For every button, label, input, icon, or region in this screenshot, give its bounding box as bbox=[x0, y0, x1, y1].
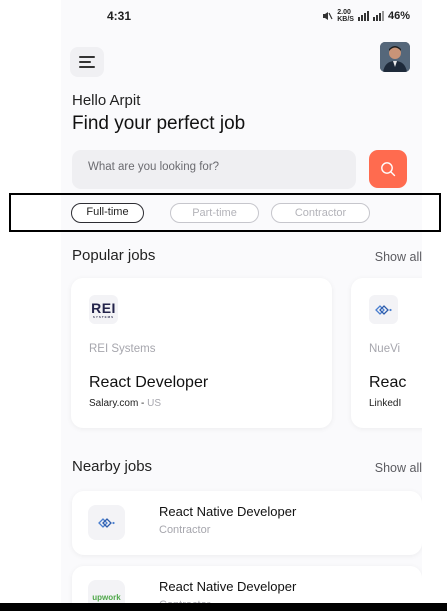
job-title: React Developer bbox=[89, 374, 209, 391]
status-time: 4:31 bbox=[107, 9, 132, 23]
company-name: REI Systems bbox=[89, 343, 156, 355]
job-title: React Native Developer bbox=[159, 504, 297, 519]
annotation-highlight-box bbox=[9, 193, 441, 232]
company-logo bbox=[369, 295, 398, 324]
nearby-job-item[interactable]: React Native Developer Contractor bbox=[72, 491, 422, 555]
nuevi-logo-icon bbox=[374, 304, 392, 315]
battery-percent: 46% bbox=[387, 10, 410, 22]
mute-icon bbox=[323, 12, 333, 20]
nearby-jobs-heading: Nearby jobs bbox=[72, 458, 153, 475]
search-input[interactable] bbox=[88, 161, 343, 173]
nuevi-logo-icon bbox=[97, 517, 115, 528]
net-speed: 2.00 KB/S bbox=[337, 9, 354, 23]
company-logo: REI SYSTEMS bbox=[89, 295, 118, 324]
page-title: Find your perfect job bbox=[72, 113, 246, 134]
nearby-show-all-link[interactable]: Show all bbox=[375, 461, 422, 475]
search-icon bbox=[381, 162, 396, 177]
profile-photo-icon bbox=[380, 42, 410, 72]
search-field[interactable] bbox=[72, 150, 356, 189]
company-name: NueVi bbox=[369, 343, 401, 355]
job-source: LinkedI bbox=[369, 398, 402, 409]
popular-jobs-heading: Popular jobs bbox=[72, 247, 156, 264]
popular-job-card[interactable]: REI SYSTEMS REI Systems React Developer S… bbox=[71, 278, 332, 428]
upwork-logo: upwork bbox=[92, 593, 121, 602]
menu-button[interactable] bbox=[70, 47, 104, 77]
greeting: Hello Arpit bbox=[72, 92, 141, 109]
avatar[interactable] bbox=[380, 42, 410, 72]
popular-show-all-link[interactable]: Show all bbox=[375, 250, 422, 264]
job-meta: Salary.com - US bbox=[89, 398, 162, 409]
signal-icon bbox=[357, 11, 384, 21]
system-nav-bar bbox=[0, 603, 447, 611]
job-title: React Native Developer bbox=[159, 579, 297, 594]
job-source: Salary.com bbox=[89, 398, 139, 409]
app-screen: 4:31 2.00 KB/S 46% Hello Arpit Find your … bbox=[61, 0, 422, 611]
search-button[interactable] bbox=[369, 150, 407, 188]
popular-job-card[interactable]: NueVi Reac LinkedI bbox=[351, 278, 422, 428]
job-title: Reac bbox=[369, 374, 407, 391]
status-icons: 2.00 KB/S 46% bbox=[321, 9, 410, 23]
menu-icon bbox=[79, 56, 95, 58]
job-location: US bbox=[147, 398, 162, 409]
job-type: Contractor bbox=[159, 524, 211, 536]
company-logo bbox=[88, 505, 125, 540]
